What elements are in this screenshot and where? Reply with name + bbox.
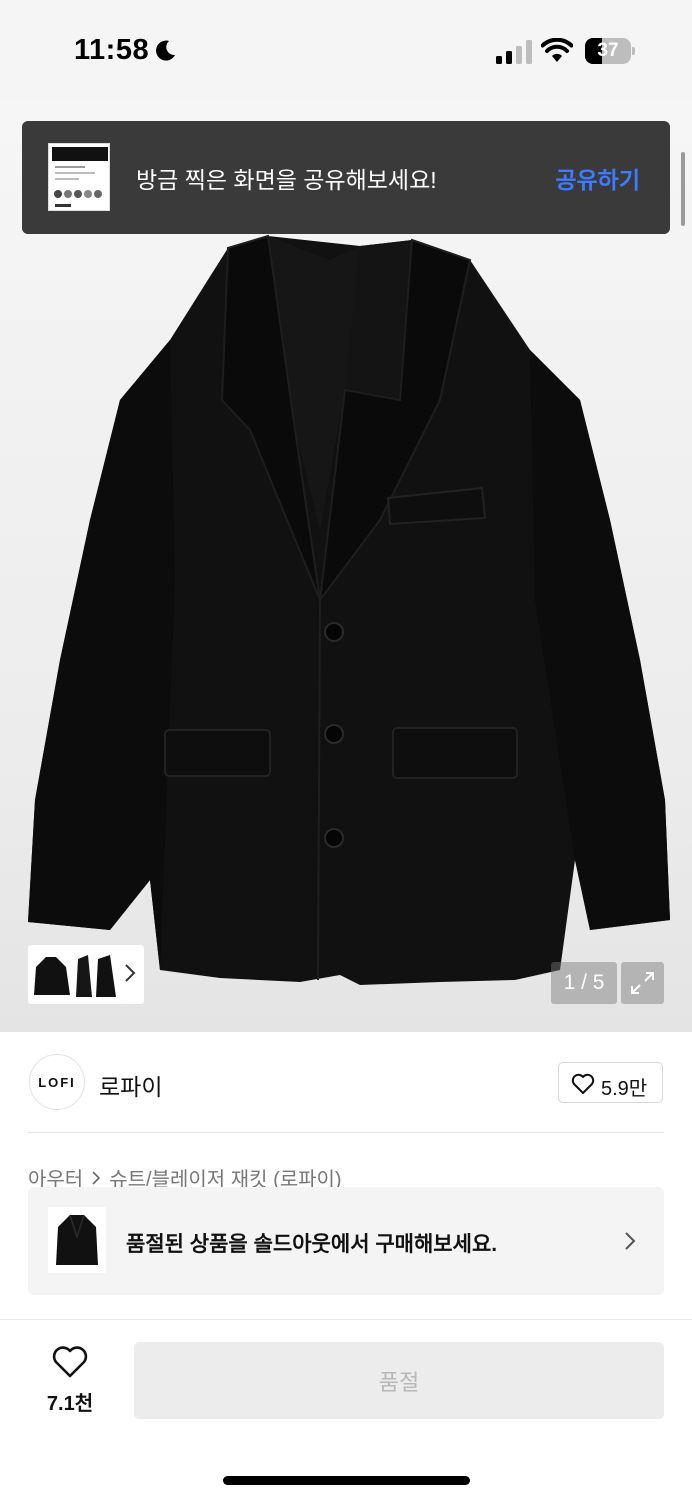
signal-icon [496, 40, 532, 64]
soldout-product-thumbnail [48, 1207, 106, 1273]
image-counter: 1 / 5 [551, 962, 617, 1004]
product-image[interactable] [0, 100, 692, 1032]
share-button[interactable]: 공유하기 [555, 161, 640, 195]
home-indicator [223, 1476, 470, 1485]
heart-icon [571, 1073, 595, 1094]
toast-message: 방금 찍은 화면을 공유해보세요! [136, 167, 437, 193]
status-bar: 11:58 37 [0, 0, 692, 100]
soldout-button[interactable]: 품절 [134, 1342, 664, 1419]
wishlist-button[interactable]: 7.1천 [42, 1345, 98, 1415]
expand-icon [631, 972, 654, 994]
status-time: 11:58 [74, 34, 150, 66]
brand-name[interactable]: 로파이 [99, 1068, 162, 1102]
battery-level: 37 [597, 40, 619, 61]
chevron-right-icon [125, 964, 136, 982]
heart-icon [52, 1346, 88, 1378]
soldout-banner[interactable]: 품절된 상품을 솔드아웃에서 구매해보세요. [28, 1187, 664, 1295]
thumbnail-strip[interactable] [28, 945, 144, 1004]
thumbnail-images [34, 955, 116, 997]
brand-like-count: 5.9만 [601, 1078, 648, 1100]
wishlist-count: 7.1천 [46, 1393, 94, 1415]
divider [28, 1132, 664, 1133]
share-toast: 방금 찍은 화면을 공유해보세요! 공유하기 [22, 121, 670, 234]
moon-icon [156, 40, 175, 61]
divider [0, 1319, 692, 1320]
scrollbar[interactable] [681, 152, 685, 226]
wifi-icon [541, 38, 573, 62]
jacket-image [28, 234, 670, 985]
expand-button[interactable] [621, 962, 664, 1004]
chevron-right-icon [625, 1232, 636, 1250]
brand-like-button[interactable]: 5.9만 [558, 1062, 663, 1103]
battery-icon: 37 [585, 38, 635, 64]
brand-logo[interactable]: LOFI [29, 1054, 85, 1110]
soldout-banner-text: 품절된 상품을 솔드아웃에서 구매해보세요. [126, 1233, 498, 1256]
screenshot-thumbnail [48, 143, 110, 211]
chevron-right-icon [92, 1170, 101, 1185]
